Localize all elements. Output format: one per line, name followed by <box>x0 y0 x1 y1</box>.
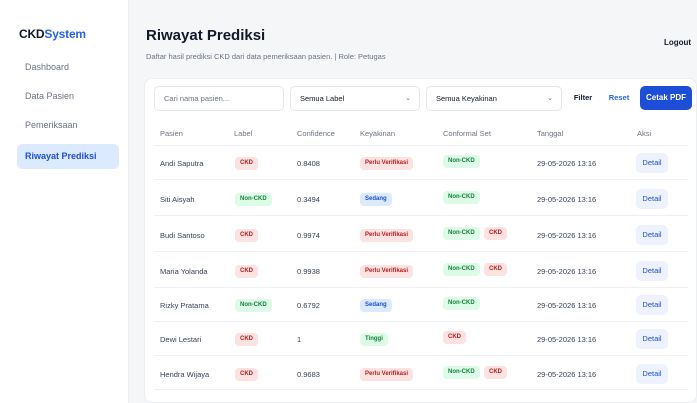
conformal-badge: Non-CKD <box>443 191 480 204</box>
conformal-badge: Non-CKD <box>443 263 480 276</box>
label-badge: Non-CKD <box>235 193 272 206</box>
cell-pasien: Budi Santoso <box>160 231 205 240</box>
label-badge: Non-CKD <box>235 299 272 312</box>
conformal-badge: Non-CKD <box>443 227 480 240</box>
conformal-badge: Non-CKD <box>443 297 480 310</box>
sidebar-item-dashboard[interactable]: Dashboard <box>17 55 119 80</box>
cell-pasien: Siti Aisyah <box>160 195 195 204</box>
label-select[interactable]: Semua Label ⌄ <box>290 86 420 111</box>
search-input[interactable] <box>154 86 284 111</box>
row-divider <box>154 179 688 180</box>
col-header-aksi: Aksi <box>637 129 652 138</box>
detail-button[interactable]: Detail <box>636 295 668 315</box>
row-divider <box>154 355 688 356</box>
label-badge: CKD <box>235 368 258 381</box>
cell-tanggal: 29-05-2026 13:16 <box>537 231 597 240</box>
cell-tanggal: 29-05-2026 13:16 <box>537 195 597 204</box>
keyakinan-badge: Sedang <box>360 193 392 206</box>
header-divider <box>154 145 688 146</box>
row-divider <box>154 389 688 390</box>
cell-pasien: Hendra Wijaya <box>160 370 210 379</box>
brand-part-ckd: CKD <box>19 27 45 41</box>
cell-confidence: 0.3494 <box>297 195 320 204</box>
keyakinan-badge: Perlu Verifikasi <box>360 265 414 278</box>
conformal-badge: Non-CKD <box>443 155 480 168</box>
filter-button[interactable]: Filter <box>569 88 597 108</box>
confidence-select[interactable]: Semua Keyakinan ⌄ <box>426 86 562 111</box>
cell-tanggal: 29-05-2026 13:16 <box>537 301 597 310</box>
label-badge: CKD <box>235 157 258 170</box>
chevron-down-icon: ⌄ <box>405 95 411 102</box>
label-badge: CKD <box>235 333 258 346</box>
logout-button[interactable]: Logout <box>664 38 691 47</box>
cell-confidence: 0.9938 <box>297 267 320 276</box>
conformal-badge: CKD <box>484 366 507 379</box>
conformal-badge: CKD <box>443 331 466 344</box>
detail-button[interactable]: Detail <box>636 189 668 209</box>
detail-button[interactable]: Detail <box>636 225 668 245</box>
brand-part-system: System <box>44 27 86 41</box>
cell-tanggal: 29-05-2026 13:16 <box>537 159 597 168</box>
col-header-conformal-set: Conformal Set <box>443 129 491 138</box>
conformal-badge: CKD <box>484 263 507 276</box>
keyakinan-badge: Perlu Verifikasi <box>360 157 414 170</box>
cell-tanggal: 29-05-2026 13:16 <box>537 370 597 379</box>
label-badge: CKD <box>235 265 258 278</box>
brand-logo: CKDSystem <box>19 27 86 41</box>
keyakinan-badge: Perlu Verifikasi <box>360 229 414 242</box>
sidebar-item-riwayat-prediksi[interactable]: Riwayat Prediksi <box>17 144 119 169</box>
keyakinan-badge: Sedang <box>360 299 392 312</box>
cell-confidence: 1 <box>297 335 302 344</box>
detail-button[interactable]: Detail <box>636 153 668 173</box>
sidebar-item-pemeriksaan[interactable]: Pemeriksaan <box>17 113 119 138</box>
print-pdf-button[interactable]: Cetak PDF <box>640 86 692 110</box>
label-select-value: Semua Label <box>300 94 345 103</box>
row-divider <box>154 287 688 288</box>
row-divider <box>154 251 688 252</box>
keyakinan-badge: Perlu Verifikasi <box>360 368 414 381</box>
cell-tanggal: 29-05-2026 13:16 <box>537 335 597 344</box>
row-divider <box>154 215 688 216</box>
reset-button[interactable]: Reset <box>605 88 633 108</box>
sidebar: CKDSystem Dashboard Data Pasien Pemeriks… <box>0 0 129 403</box>
conformal-badge: Non-CKD <box>443 366 480 379</box>
col-header-label: Label <box>234 129 253 138</box>
col-header-tanggal: Tanggal <box>537 129 564 138</box>
detail-button[interactable]: Detail <box>636 329 668 349</box>
col-header-pasien: Pasien <box>160 129 183 138</box>
col-header-keyakinan: Keyakinan <box>360 129 396 138</box>
cell-confidence: 0.8408 <box>297 159 320 168</box>
cell-pasien: Andi Saputra <box>160 159 204 168</box>
row-divider <box>154 321 688 322</box>
cell-confidence: 0.9974 <box>297 231 320 240</box>
page-subtitle: Daftar hasil prediksi CKD dari data peme… <box>146 52 386 61</box>
keyakinan-badge: Tinggi <box>360 333 388 346</box>
detail-button[interactable]: Detail <box>636 261 668 281</box>
page-title: Riwayat Prediksi <box>146 27 266 44</box>
cell-tanggal: 29-05-2026 13:16 <box>537 267 597 276</box>
cell-confidence: 0.9683 <box>297 370 320 379</box>
col-header-confidence: Confidence <box>297 129 335 138</box>
chevron-down-icon: ⌄ <box>547 95 553 102</box>
cell-confidence: 0.6792 <box>297 301 320 310</box>
label-badge: CKD <box>235 229 258 242</box>
sidebar-item-data-pasien[interactable]: Data Pasien <box>17 84 119 109</box>
detail-button[interactable]: Detail <box>636 364 668 384</box>
cell-pasien: Dewi Lestari <box>160 335 202 344</box>
confidence-select-value: Semua Keyakinan <box>436 94 497 103</box>
cell-pasien: Maria Yolanda <box>160 267 208 276</box>
conformal-badge: CKD <box>484 227 507 240</box>
cell-pasien: Rizky Pratama <box>160 301 209 310</box>
